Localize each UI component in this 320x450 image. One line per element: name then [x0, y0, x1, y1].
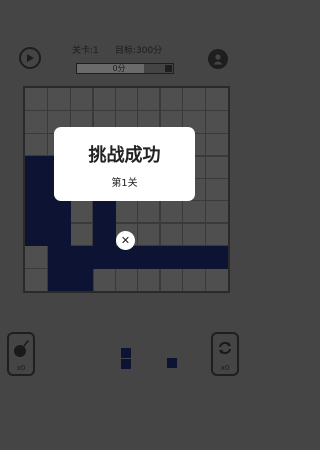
- grid-line: [25, 110, 228, 112]
- bomb-tool-button[interactable]: x0: [7, 332, 35, 376]
- filled-cell: [70, 245, 94, 269]
- filled-cell: [92, 223, 116, 247]
- piece-block: [121, 348, 131, 358]
- score-progress-bar: 0分: [76, 63, 174, 74]
- bomb-count: x0: [16, 364, 26, 372]
- level-label: 关卡:1: [72, 46, 99, 56]
- filled-cell: [25, 155, 49, 179]
- user-button[interactable]: [208, 49, 228, 69]
- filled-cell: [47, 268, 71, 292]
- filled-cell: [92, 200, 116, 224]
- play-icon: [27, 54, 34, 62]
- piece-block: [121, 359, 131, 369]
- filled-cell: [47, 223, 71, 247]
- filled-cell: [182, 245, 206, 269]
- filled-cell: [92, 245, 116, 269]
- play-button[interactable]: [19, 47, 41, 69]
- dialog-title: 挑战成功: [88, 145, 161, 166]
- filled-cell: [137, 245, 161, 269]
- filled-cell: [47, 245, 71, 269]
- bomb-icon: [14, 340, 29, 357]
- refresh-tool-button[interactable]: x0: [211, 332, 239, 376]
- filled-cell: [25, 200, 49, 224]
- close-icon: ✕: [120, 234, 131, 247]
- user-icon: [213, 54, 223, 65]
- filled-cell: [25, 223, 49, 247]
- dialog-level-text: 第1关: [111, 178, 138, 189]
- piece-block: [167, 358, 177, 368]
- filled-cell: [47, 200, 71, 224]
- refresh-count: x0: [220, 364, 230, 372]
- filled-cell: [25, 178, 49, 202]
- filled-cell: [205, 245, 229, 269]
- progress-end-marker: [165, 65, 172, 72]
- filled-cell: [160, 245, 184, 269]
- target-score-label: 目标:300分: [115, 46, 163, 56]
- filled-cell: [70, 268, 94, 292]
- close-dialog-button[interactable]: ✕: [116, 231, 135, 250]
- score-progress-text: 0分: [112, 64, 126, 73]
- refresh-icon: [219, 341, 231, 355]
- success-dialog: 挑战成功 第1关: [54, 127, 195, 201]
